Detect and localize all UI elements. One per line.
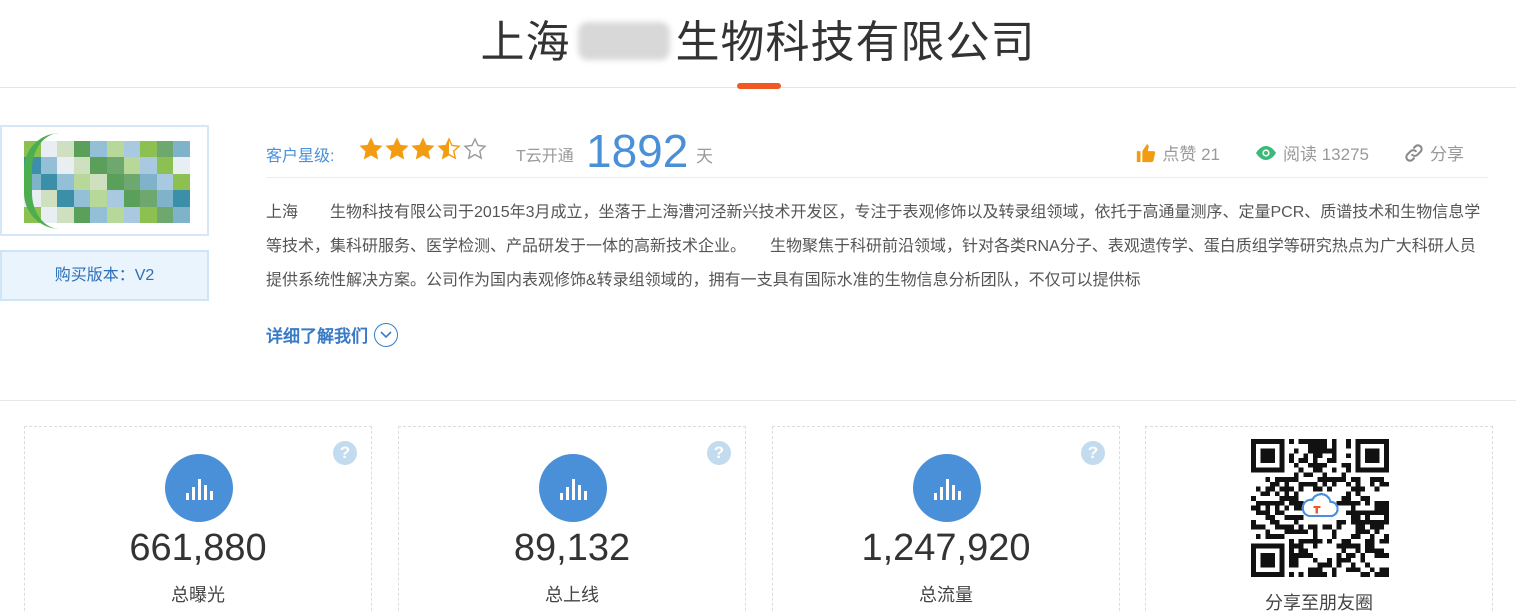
title-accent-bar [737, 83, 781, 89]
stat-value: 1,247,920 [861, 527, 1031, 569]
rating-label: 客户星级: [266, 148, 335, 165]
help-icon[interactable]: ? [1081, 441, 1105, 465]
tcloud-days: 1892 [586, 125, 689, 177]
section-divider [0, 400, 1516, 401]
bar-chart-icon [165, 454, 233, 522]
rating-row: 客户星级: T云开通 1892 天 点赞 21 阅读 13275 分享 [266, 125, 1488, 178]
bar-chart-icon [539, 454, 607, 522]
stat-value: 89,132 [513, 527, 631, 569]
help-icon[interactable]: ? [333, 441, 357, 465]
redacted-name-blur [578, 22, 670, 60]
star-icon [437, 137, 461, 160]
star-icon [359, 137, 383, 160]
eye-icon [1256, 145, 1276, 160]
star-icon [411, 137, 435, 160]
learn-more-label: 详细了解我们 [266, 327, 368, 346]
share-button[interactable]: 分享 [1403, 140, 1464, 165]
qr-share-card: 分享至朋友圈 [1145, 426, 1493, 613]
version-badge: 购买版本：V2 [0, 250, 209, 301]
bar-chart-icon [913, 454, 981, 522]
tcloud-unit: 天 [696, 147, 713, 166]
help-icon[interactable]: ? [707, 441, 731, 465]
view-count-label: 阅读 13275 [1283, 145, 1369, 164]
stat-label: 总上线 [545, 585, 599, 605]
stat-label: 总流量 [919, 585, 973, 605]
stat-card-exposure: ? 661,880 总曝光 [24, 426, 372, 613]
link-icon [1405, 143, 1423, 162]
tcloud-label: T云开通 [516, 148, 574, 165]
stat-label: 总曝光 [171, 585, 225, 605]
page-header: 上海 生物科技有限公司 [0, 0, 1516, 89]
like-count: 点赞 21 [1162, 145, 1220, 164]
social-actions: 点赞 21 阅读 13275 分享 [1135, 140, 1464, 165]
star-rating [359, 136, 487, 166]
thumbs-up-icon [1137, 143, 1156, 162]
star-icon [463, 137, 487, 160]
qr-code[interactable] [1251, 439, 1389, 577]
qr-share-label: 分享至朋友圈 [1265, 593, 1373, 613]
learn-more-link[interactable]: 详细了解我们 [266, 322, 398, 347]
company-title: 上海 生物科技有限公司 [480, 17, 1036, 68]
chevron-down-icon [374, 322, 398, 347]
stat-card-online: ? 89,132 总上线 [398, 426, 746, 613]
stat-card-traffic: ? 1,247,920 总流量 [772, 426, 1120, 613]
company-logo [0, 125, 209, 236]
view-count: 阅读 13275 [1254, 140, 1369, 165]
share-label: 分享 [1430, 145, 1464, 164]
company-description: 上海 生物科技有限公司于2015年3月成立，坐落于上海漕河泾新兴技术开发区，专注… [266, 204, 1481, 289]
stat-value: 661,880 [129, 527, 267, 569]
star-icon [385, 137, 409, 160]
like-button[interactable]: 点赞 21 [1135, 140, 1220, 165]
